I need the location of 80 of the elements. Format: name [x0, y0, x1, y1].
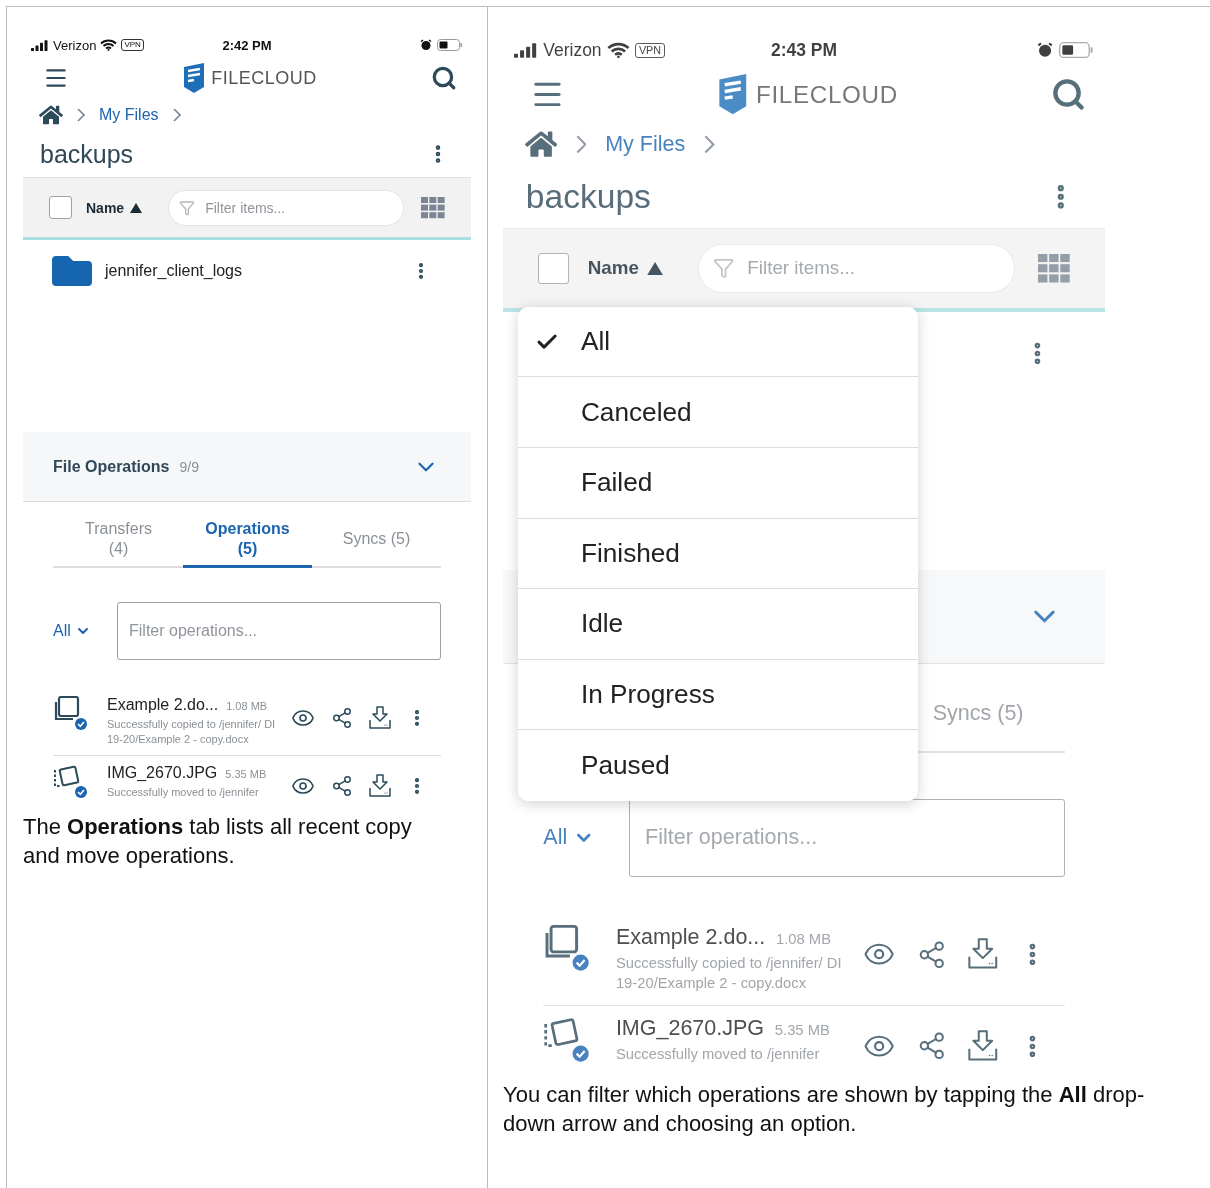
menu-item[interactable]: Failed [517, 447, 919, 519]
carrier-name: Verizon [53, 37, 97, 53]
alarm-icon [1036, 42, 1053, 59]
file-size: 5.35 MB [774, 1022, 830, 1039]
menu-item[interactable]: Finished [517, 518, 919, 590]
menu-item[interactable]: Idle [517, 589, 919, 660]
file-name: IMG_2670.JPG [107, 763, 218, 782]
caption-text: You can filter which operations are shown by tapping the All drop-down arrow and choosing an option. [503, 1081, 1146, 1139]
logo-text: FILECLOUD [756, 80, 898, 109]
file-name: Example 2.do... [107, 696, 219, 714]
logo-icon [183, 63, 206, 93]
signal-icon [31, 39, 49, 51]
move-operation-icon [543, 1016, 589, 1063]
chevron-right-icon [575, 134, 587, 154]
folder-title: backups [525, 177, 651, 216]
file-size: 1.08 MB [226, 700, 268, 712]
logo-icon [718, 74, 748, 115]
operation-status: Successfully copied to /jennifer/ DI 19-20/Example 2 - copy.docx [615, 954, 843, 993]
file-name: IMG_2670.JPG [615, 1016, 765, 1042]
file-operations-header[interactable]: File Operations 9/9 [23, 432, 471, 502]
move-operation-icon [53, 763, 87, 798]
folder-title: backups [40, 139, 134, 169]
breadcrumb-link[interactable]: My Files [605, 131, 686, 157]
copy-operation-icon [53, 696, 87, 730]
select-all-checkbox[interactable] [49, 196, 72, 219]
filter-items-field[interactable]: Filter items... [698, 244, 1016, 293]
filter-operations-field[interactable]: Filter operations... [629, 798, 1065, 877]
download-icon[interactable] [967, 1029, 998, 1063]
status-filter-dropdown[interactable]: All [53, 622, 95, 640]
operation-status: Successfully moved to /jennifer [615, 1045, 821, 1065]
status-time: 2:43 PM [771, 39, 838, 61]
filter-icon [179, 199, 196, 216]
search-icon[interactable] [1051, 77, 1087, 112]
home-icon[interactable] [39, 103, 63, 127]
caption-text: The Operations tab lists all recent copy and move operations. [23, 812, 413, 870]
file-operations-title: File Operations [53, 457, 170, 476]
filter-operations-field[interactable]: Filter operations... [117, 602, 441, 660]
operations-tab[interactable]: Operations (5) [183, 512, 312, 568]
battery-icon [437, 39, 463, 51]
operation-status: Successfully moved to /jennifer [107, 784, 260, 800]
chevron-right-icon [172, 108, 181, 122]
signal-icon [513, 42, 538, 58]
sort-ascending-icon [646, 261, 664, 276]
sort-by-name-button[interactable]: Name [587, 257, 664, 280]
download-icon[interactable] [369, 773, 391, 798]
file-size: 1.08 MB [776, 931, 831, 947]
download-icon[interactable] [369, 706, 391, 730]
alarm-icon [420, 39, 432, 51]
menu-item[interactable]: All [517, 306, 919, 378]
search-icon[interactable] [431, 65, 457, 91]
folder-name[interactable]: jennifer_client_logs [105, 262, 411, 280]
menu-item[interactable]: Paused [517, 730, 919, 801]
wifi-icon [100, 39, 118, 51]
carrier-name: Verizon [543, 39, 602, 61]
logo-text: FILECLOUD [211, 67, 317, 89]
grid-view-icon[interactable] [421, 196, 445, 219]
sort-by-name-button[interactable]: Name [86, 199, 143, 216]
select-all-checkbox[interactable] [537, 252, 569, 284]
vpn-badge: VPN [635, 42, 665, 58]
chevron-right-icon [703, 134, 715, 154]
battery-icon [1059, 42, 1095, 59]
operations-count: 9/9 [179, 458, 199, 475]
share-icon[interactable] [331, 774, 353, 797]
status-filter-dropdown[interactable]: All [543, 825, 600, 851]
menu-item[interactable]: In Progress [517, 659, 919, 731]
sort-ascending-icon [130, 202, 143, 213]
vpn-badge: VPN [121, 39, 144, 51]
operation-status: Successfully copied to /jennifer/ DI 19-20/Example 2 - copy.docx [107, 717, 277, 747]
wifi-icon [606, 42, 630, 59]
copy-operation-icon [543, 925, 589, 971]
menu-item[interactable]: Canceled [517, 377, 919, 448]
file-name: Example 2.do... [615, 925, 766, 950]
file-size: 5.35 MB [225, 767, 267, 780]
filter-items-field[interactable]: Filter items... [168, 189, 405, 226]
download-icon[interactable] [967, 938, 998, 971]
share-icon[interactable] [331, 707, 353, 729]
chevron-right-icon [77, 108, 85, 122]
status-time: 2:42 PM [222, 37, 272, 53]
breadcrumb-link[interactable]: My Files [99, 106, 159, 124]
filter-icon [712, 257, 735, 280]
